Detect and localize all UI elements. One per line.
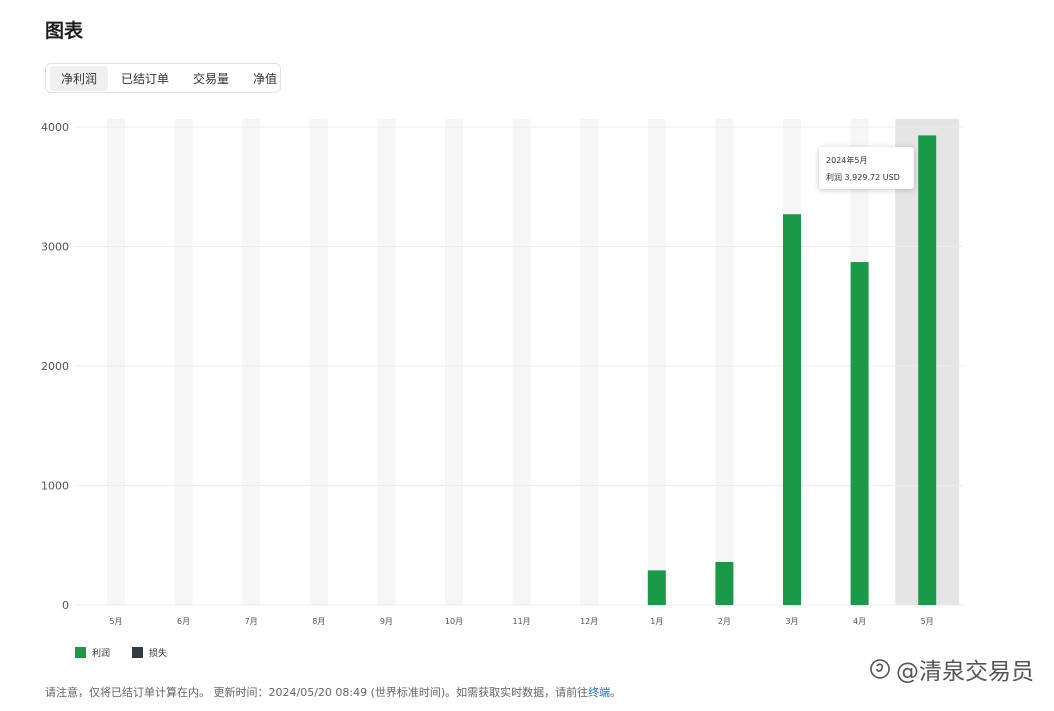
tooltip-value: 3,929.72 USD — [844, 173, 900, 182]
y-tick-label: 1000 — [41, 480, 69, 493]
category-band — [580, 119, 599, 605]
bar — [783, 214, 801, 606]
bar — [918, 135, 937, 605]
category-band — [174, 119, 193, 605]
footnote-end: 。 — [610, 686, 622, 699]
y-tick-label: 0 — [62, 599, 69, 612]
chart-legend: 利润 损失 — [75, 646, 167, 659]
tooltip-date: 2024年5月 — [826, 156, 868, 165]
x-tick-label: 5月 — [921, 617, 934, 626]
watermark-text: @清泉交易员 — [896, 659, 1034, 685]
category-band — [242, 119, 261, 605]
x-tick-label: 1月 — [650, 617, 663, 626]
bar — [850, 262, 869, 605]
weibo-logo-icon — [870, 659, 890, 679]
y-tick-label: 4000 — [41, 121, 69, 134]
legend-item-profit[interactable]: 利润 — [75, 646, 110, 659]
tab-net-profit[interactable]: 净利润 — [50, 65, 109, 91]
category-band — [445, 119, 463, 605]
tooltip-value-row: 利润 3,929.72 USD — [826, 169, 907, 186]
y-tick-label: 2000 — [41, 360, 69, 373]
legend-swatch-profit — [75, 647, 86, 658]
x-tick-label: 12月 — [580, 617, 598, 626]
x-tick-label: 2月 — [718, 617, 731, 626]
tab-closed-orders[interactable]: 已结订单 — [110, 66, 180, 91]
bar — [715, 561, 734, 605]
terminal-link[interactable]: 终端 — [588, 686, 610, 699]
x-tick-label: 7月 — [245, 617, 258, 626]
footnote-text: 请注意，仅将已结订单计算在内。 更新时间：2024/05/20 08:49 (世… — [45, 686, 589, 699]
x-tick-label: 9月 — [380, 617, 393, 626]
category-band — [715, 119, 734, 605]
x-tick-label: 11月 — [513, 617, 531, 626]
x-tick-label: 5月 — [109, 617, 122, 626]
tab-equity[interactable]: 净值 — [242, 66, 288, 91]
x-tick-label: 6月 — [177, 617, 190, 626]
category-band — [647, 119, 666, 605]
x-tick-label: 8月 — [312, 617, 325, 626]
x-tick-label: 10月 — [445, 617, 463, 626]
footnote: 请注意，仅将已结订单计算在内。 更新时间：2024/05/20 08:49 (世… — [45, 684, 621, 700]
y-tick-label: 3000 — [41, 241, 69, 254]
category-band — [512, 119, 531, 605]
page-title: 图表 — [45, 20, 84, 42]
chart-tooltip: 2024年5月 利润 3,929.72 USD — [819, 147, 914, 189]
watermark: @清泉交易员 — [868, 652, 1034, 686]
x-tick-label: 4月 — [853, 617, 866, 626]
category-band — [107, 119, 125, 605]
chart-tabs: 净利润 已结订单 交易量 净值 — [45, 63, 281, 93]
bar — [647, 570, 666, 605]
legend-label-loss: 损失 — [149, 649, 168, 659]
category-band — [377, 119, 396, 605]
tooltip-label: 利润 — [826, 173, 842, 182]
x-tick-label: 3月 — [785, 617, 798, 626]
category-band — [309, 119, 328, 605]
legend-item-loss[interactable]: 损失 — [132, 646, 167, 659]
legend-label-profit: 利润 — [92, 649, 111, 659]
legend-swatch-loss — [132, 647, 144, 658]
tab-trading-volume[interactable]: 交易量 — [182, 66, 240, 91]
